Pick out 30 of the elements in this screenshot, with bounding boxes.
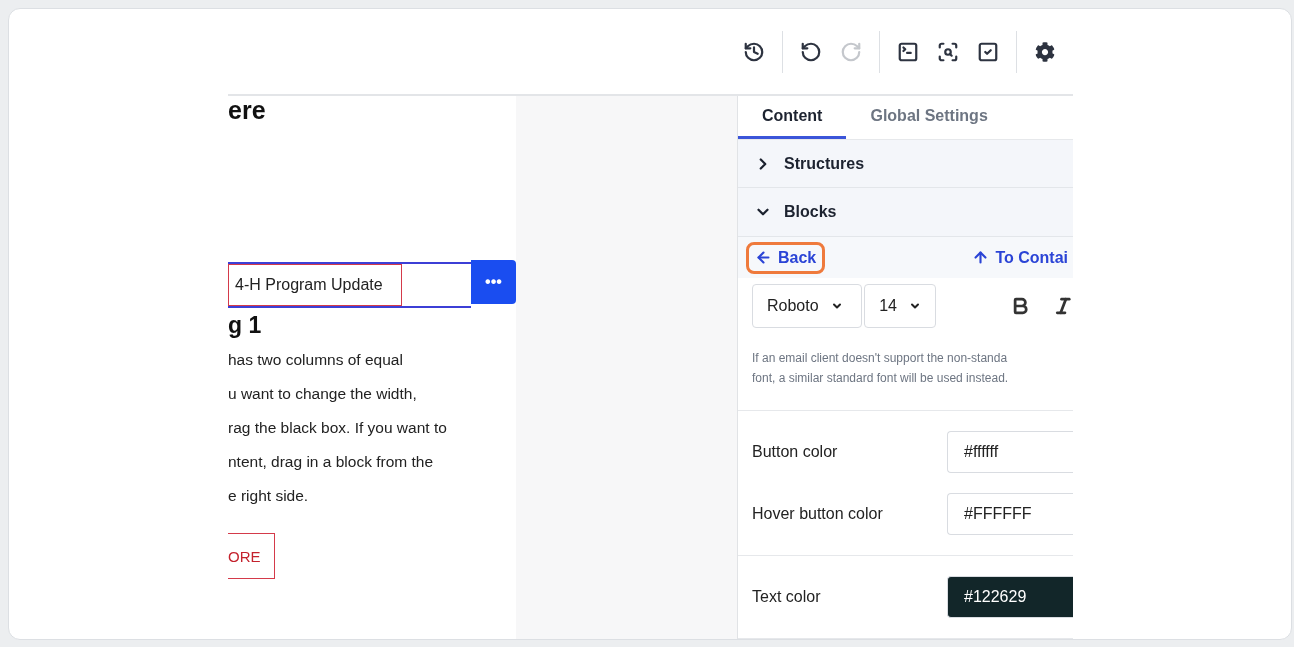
- arrow-left-icon: [755, 249, 772, 267]
- color-field[interactable]: #ffffff: [947, 431, 1073, 473]
- hint-text: If an email client doesn't support the non-standa font, a similar standard font will be used instead.: [738, 328, 1073, 411]
- more-button[interactable]: •••: [470, 260, 516, 304]
- panel-tab[interactable]: Global Settings: [846, 96, 1012, 139]
- arrow-up-icon: [972, 249, 990, 267]
- font-select[interactable]: Roboto: [752, 284, 863, 328]
- undo-icon: [800, 40, 822, 63]
- heading: ere: [228, 96, 267, 125]
- preview-icon: [937, 40, 959, 63]
- color-field[interactable]: #122629: [947, 576, 1073, 618]
- history-icon: [743, 40, 765, 63]
- settings-icon: [1035, 41, 1055, 62]
- accordion-header[interactable]: Structures: [738, 139, 1073, 189]
- to-container-link[interactable]: To Contai: [963, 241, 1077, 274]
- terminal-icon: [897, 40, 919, 63]
- size-select[interactable]: 14: [864, 284, 936, 328]
- subheading: g 1: [228, 312, 263, 339]
- paragraph: has two columns of equal u want to change the width, rag the black box. If you want to ntent, drag in a block from the e right side.: [228, 350, 448, 506]
- accordion-header[interactable]: Blocks: [738, 188, 1073, 238]
- block-text: 4-H Program Update: [228, 264, 402, 306]
- field-label: Text color: [752, 588, 821, 606]
- back-link[interactable]: Back: [746, 241, 826, 274]
- field-label: Hover button color: [752, 505, 883, 523]
- read-more-button[interactable]: ORE: [228, 533, 275, 579]
- redo-icon: [840, 40, 862, 63]
- checkbox-icon: [977, 40, 999, 63]
- color-field[interactable]: #FFFFFF: [947, 493, 1073, 535]
- field-label: Button color: [752, 443, 838, 461]
- selected-block[interactable]: 4-H Program Update: [228, 262, 471, 308]
